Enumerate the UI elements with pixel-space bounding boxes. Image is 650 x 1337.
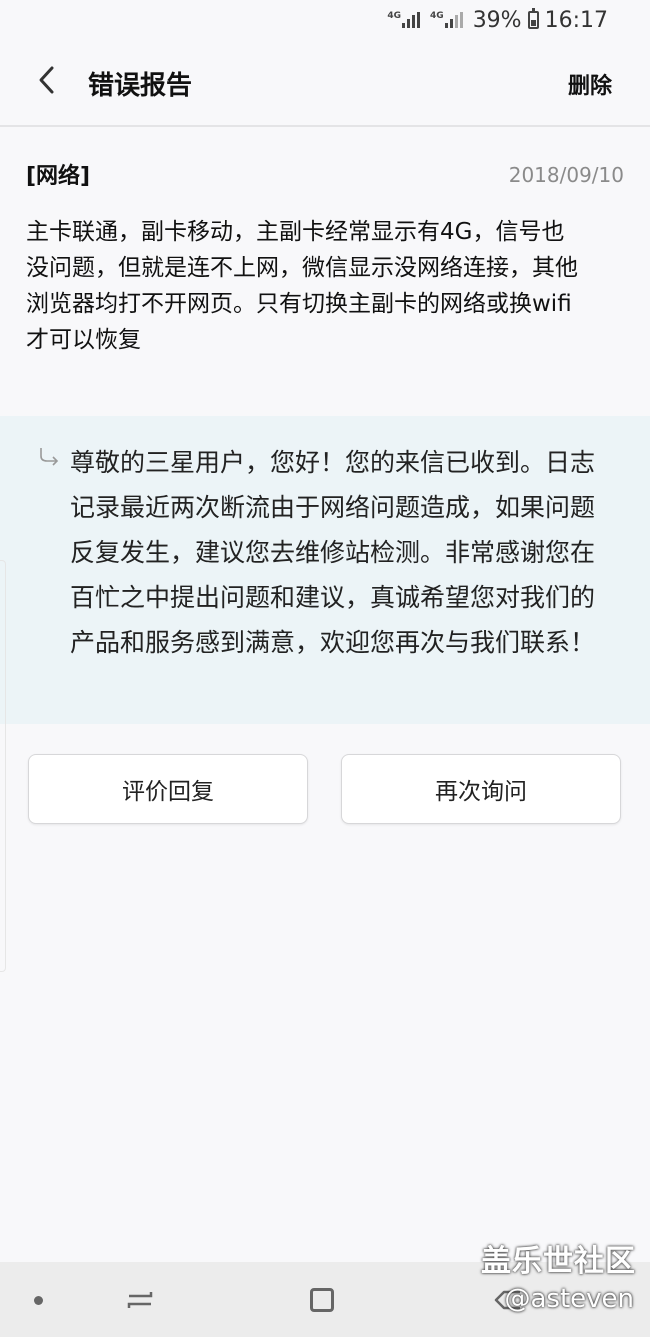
delete-button[interactable]: 删除 — [568, 68, 612, 100]
back-icon[interactable] — [30, 62, 62, 98]
reply-text: 尊敬的三星用户，您好！您的来信已收到。日志记录最近两次断流由于网络问题造成，如果… — [70, 448, 596, 657]
watermark-site: 盖乐世社区 — [481, 1244, 636, 1279]
nav-home-icon[interactable] — [310, 1288, 334, 1312]
ask-again-button[interactable]: 再次询问 — [341, 754, 621, 824]
sim1-signal-icon: 4G — [387, 11, 421, 28]
page-title: 错误报告 — [88, 71, 193, 101]
watermark-user: @asteven — [504, 1284, 634, 1314]
report-category: [网络] — [26, 164, 91, 189]
clock: 16:17 — [544, 7, 608, 33]
status-bar: 4G 4G 39% 16:17 — [0, 0, 650, 40]
sim2-signal-icon: 4G — [430, 12, 463, 28]
battery-percent: 39% — [472, 7, 522, 33]
nav-recent-icon[interactable] — [124, 1284, 156, 1316]
report-date: 2018/09/10 — [508, 163, 624, 187]
battery-icon — [527, 8, 539, 29]
rate-reply-button[interactable]: 评价回复 — [28, 754, 308, 824]
edge-panel-handle[interactable] — [0, 560, 6, 972]
reply-arrow-icon — [38, 446, 60, 468]
report-body: 主卡联通，副卡移动，主副卡经常显示有4G，信号也没问题，但就是连不上网，微信显示… — [26, 219, 578, 353]
app-header: 错误报告 删除 — [0, 40, 650, 127]
nav-dot-icon[interactable] — [34, 1296, 43, 1305]
sim2-network-type: 4G — [430, 11, 444, 21]
sim1-network-type: 4G — [387, 11, 402, 21]
